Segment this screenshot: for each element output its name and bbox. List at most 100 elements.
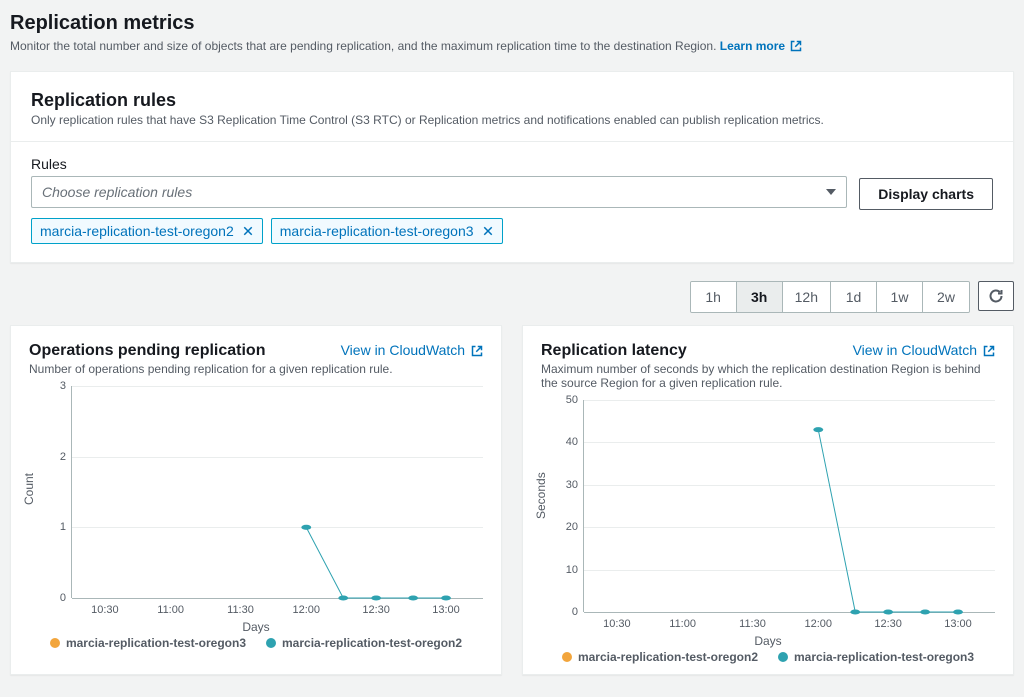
y-tick: 20 [566,521,578,533]
legend-dot-icon [778,652,788,662]
chart-legend: marcia-replication-test-oregon2 marcia-r… [541,650,995,664]
x-axis-label: Days [754,634,781,648]
rules-panel-description: Only replication rules that have S3 Repl… [31,113,993,127]
x-tick: 10:30 [603,618,631,630]
rules-label: Rules [31,156,847,172]
time-range-3h[interactable]: 3h [737,282,783,312]
time-range-12h[interactable]: 12h [783,282,831,312]
x-tick: 11:00 [157,604,184,616]
x-tick: 12:00 [293,604,321,616]
x-tick: 10:30 [91,604,119,616]
view-in-cloudwatch-label: View in CloudWatch [853,342,978,358]
time-range-1h[interactable]: 1h [691,282,737,312]
time-range-1d[interactable]: 1d [831,282,877,312]
data-marker [338,595,348,600]
page-title: Replication metrics [10,12,1014,35]
y-tick: 3 [60,380,66,392]
data-marker [301,525,311,530]
replication-latency-chart: SecondsDays0102030405010:3011:0011:3012:… [541,394,995,644]
data-marker [883,609,893,614]
legend-item: marcia-replication-test-oregon3 [50,636,246,650]
series-line [818,430,958,612]
x-tick: 13:00 [432,604,460,616]
refresh-button[interactable] [978,281,1014,311]
legend-label: marcia-replication-test-oregon2 [578,650,758,664]
display-charts-button[interactable]: Display charts [859,178,993,210]
y-tick: 30 [566,479,578,491]
rule-tag-label: marcia-replication-test-oregon2 [40,223,234,239]
legend-dot-icon [562,652,572,662]
chart-legend: marcia-replication-test-oregon3 marcia-r… [29,636,483,650]
data-layer [72,386,483,598]
close-icon[interactable] [242,225,254,237]
operations-pending-chart: CountDays012310:3011:0011:3012:0012:3013… [29,380,483,630]
card-title: Replication latency [541,342,687,360]
data-marker [371,595,381,600]
data-marker [953,609,963,614]
y-tick: 0 [572,606,578,618]
data-marker [813,427,823,432]
plot-area: 0102030405010:3011:0011:3012:0012:3013:0… [583,400,995,612]
legend-dot-icon [50,638,60,648]
plot-area: 012310:3011:0011:3012:0012:3013:00 [71,386,483,598]
time-range-segmented: 1h3h12h1d1w2w [690,281,970,313]
x-tick: 12:30 [362,604,390,616]
y-tick: 2 [60,451,66,463]
y-tick: 10 [566,564,578,576]
card-description: Number of operations pending replication… [29,362,483,376]
y-tick: 50 [566,394,578,406]
legend-label: marcia-replication-test-oregon2 [282,636,462,650]
selected-rules-tags: marcia-replication-test-oregon2 marcia-r… [31,218,847,244]
legend-item: marcia-replication-test-oregon2 [562,650,758,664]
time-range-row: 1h3h12h1d1w2w [10,281,1014,313]
rules-select[interactable]: Choose replication rules [31,176,847,208]
refresh-icon [988,288,1004,304]
page-description: Monitor the total number and size of obj… [10,39,1014,55]
y-axis-label: Count [22,473,36,505]
x-tick: 12:30 [874,618,902,630]
replication-rules-panel: Replication rules Only replication rules… [10,71,1014,263]
data-marker [441,595,451,600]
external-link-icon [471,344,483,360]
legend-label: marcia-replication-test-oregon3 [794,650,974,664]
y-tick: 0 [60,592,66,604]
chevron-down-icon [826,189,836,195]
page-description-text: Monitor the total number and size of obj… [10,39,716,53]
x-tick: 13:00 [944,618,972,630]
card-description: Maximum number of seconds by which the r… [541,362,995,390]
data-marker [850,609,860,614]
replication-latency-card: Replication latency View in CloudWatch M… [522,325,1014,675]
x-axis-label: Days [242,620,269,634]
divider [11,141,1013,142]
time-range-1w[interactable]: 1w [877,282,923,312]
rules-select-placeholder: Choose replication rules [42,184,192,200]
rules-panel-title: Replication rules [31,90,993,111]
data-layer [584,400,995,612]
x-tick: 11:00 [669,618,696,630]
y-axis-label: Seconds [534,472,548,519]
view-in-cloudwatch-link[interactable]: View in CloudWatch [341,342,483,360]
x-tick: 11:30 [739,618,766,630]
external-link-icon [790,40,802,55]
rule-tag[interactable]: marcia-replication-test-oregon3 [271,218,503,244]
rule-tag[interactable]: marcia-replication-test-oregon2 [31,218,263,244]
view-in-cloudwatch-link[interactable]: View in CloudWatch [853,342,995,360]
y-tick: 1 [60,521,66,533]
card-title: Operations pending replication [29,342,265,360]
external-link-icon [983,344,995,360]
legend-item: marcia-replication-test-oregon2 [266,636,462,650]
operations-pending-card: Operations pending replication View in C… [10,325,502,675]
learn-more-link[interactable]: Learn more [720,39,803,53]
legend-label: marcia-replication-test-oregon3 [66,636,246,650]
series-line [306,527,446,598]
view-in-cloudwatch-label: View in CloudWatch [341,342,466,358]
data-marker [920,609,930,614]
data-marker [408,595,418,600]
learn-more-label: Learn more [720,39,785,53]
rule-tag-label: marcia-replication-test-oregon3 [280,223,474,239]
close-icon[interactable] [482,225,494,237]
y-tick: 40 [566,436,578,448]
legend-item: marcia-replication-test-oregon3 [778,650,974,664]
legend-dot-icon [266,638,276,648]
time-range-2w[interactable]: 2w [923,282,969,312]
